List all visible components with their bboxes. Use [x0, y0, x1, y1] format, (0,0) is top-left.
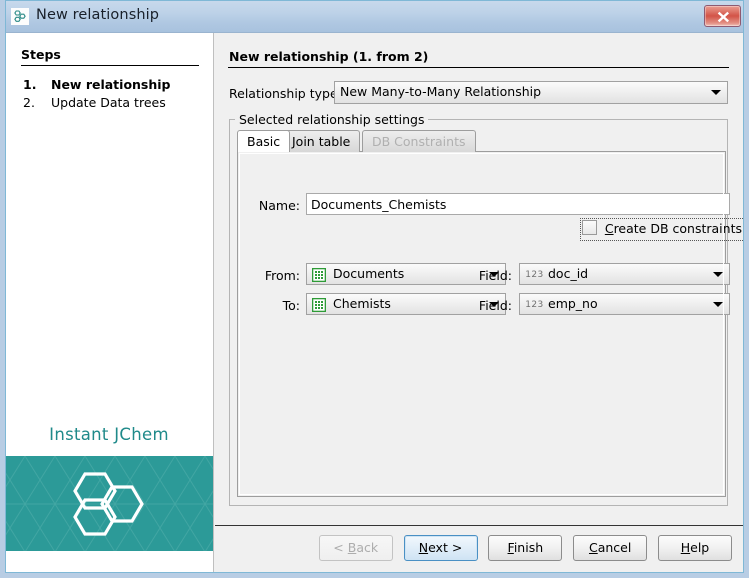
number-123-icon: 123 — [525, 298, 544, 312]
relationship-type-label: Relationship type: — [229, 86, 342, 101]
title-bar: New relationship — [0, 0, 749, 33]
next-button[interactable]: Next > — [404, 535, 478, 561]
chevron-down-icon — [711, 90, 721, 95]
tab-db-constraints: DB Constraints — [362, 130, 476, 152]
group-box-label: Selected relationship settings — [235, 112, 428, 127]
jchem-molecule-icon — [11, 8, 29, 25]
tab-basic[interactable]: Basic — [237, 130, 290, 152]
button-bar: < Back Next > Finish Cancel Help — [312, 535, 732, 561]
to-field-label: Field: — [470, 298, 512, 313]
create-db-constraints-label: Create DB constraints — [605, 221, 742, 236]
step-label: New relationship — [51, 77, 171, 92]
to-field-select[interactable]: 123 emp_no — [519, 293, 730, 315]
tab-join-table[interactable]: Join table — [282, 130, 360, 152]
checkbox-box-icon — [582, 220, 597, 235]
steps-heading-divider — [21, 65, 199, 66]
to-field-value: emp_no — [548, 294, 707, 314]
page-title-divider — [228, 67, 729, 68]
table-grid-icon — [312, 268, 326, 282]
step-label: Update Data trees — [51, 95, 166, 110]
basic-tab-panel: Name: Create DB constraints From: — [237, 151, 726, 497]
name-input[interactable] — [306, 193, 730, 215]
wizard-content-pane: New relationship (1. from 2) Relationshi… — [215, 33, 744, 573]
relationship-type-value: New Many-to-Many Relationship — [340, 82, 705, 102]
back-button: < Back — [319, 535, 393, 561]
from-field-select[interactable]: 123 doc_id — [519, 263, 730, 285]
step-number: 2. — [23, 95, 47, 110]
settings-tabstrip: Basic Join table DB Constraints — [237, 130, 744, 152]
step-item-new-relationship: 1. New relationship — [23, 77, 171, 92]
step-number: 1. — [23, 77, 47, 92]
chevron-down-icon — [713, 272, 723, 277]
number-123-icon: 123 — [525, 268, 544, 282]
jchem-hexagon-logo-icon — [63, 469, 155, 539]
finish-button[interactable]: Finish — [488, 535, 562, 561]
cancel-button[interactable]: Cancel — [573, 535, 647, 561]
to-label: To: — [248, 298, 300, 313]
brand-logo-panel — [5, 456, 213, 551]
to-table-value: Chemists — [333, 294, 483, 314]
from-field-label: Field: — [470, 268, 512, 283]
new-relationship-dialog: New relationship Steps 1. New relationsh… — [0, 0, 749, 578]
help-button[interactable]: Help — [658, 535, 732, 561]
from-field-value: doc_id — [548, 264, 707, 284]
window-title: New relationship — [36, 7, 159, 23]
step-item-update-data-trees: 2. Update Data trees — [23, 95, 166, 110]
page-title: New relationship (1. from 2) — [229, 49, 428, 64]
from-table-value: Documents — [333, 264, 483, 284]
steps-panel: Steps 1. New relationship 2. Update Data… — [5, 33, 214, 573]
name-label: Name: — [248, 198, 300, 213]
chevron-down-icon — [713, 302, 723, 307]
from-label: From: — [248, 268, 300, 283]
close-icon[interactable] — [704, 5, 741, 27]
brand-name: Instant JChem — [5, 425, 213, 444]
steps-heading: Steps — [21, 47, 61, 62]
create-db-constraints-checkbox[interactable]: Create DB constraints — [580, 218, 745, 241]
dialog-body: Steps 1. New relationship 2. Update Data… — [5, 33, 744, 573]
relationship-type-select[interactable]: New Many-to-Many Relationship — [334, 81, 728, 104]
button-bar-divider — [215, 525, 744, 526]
table-grid-icon — [312, 298, 326, 312]
